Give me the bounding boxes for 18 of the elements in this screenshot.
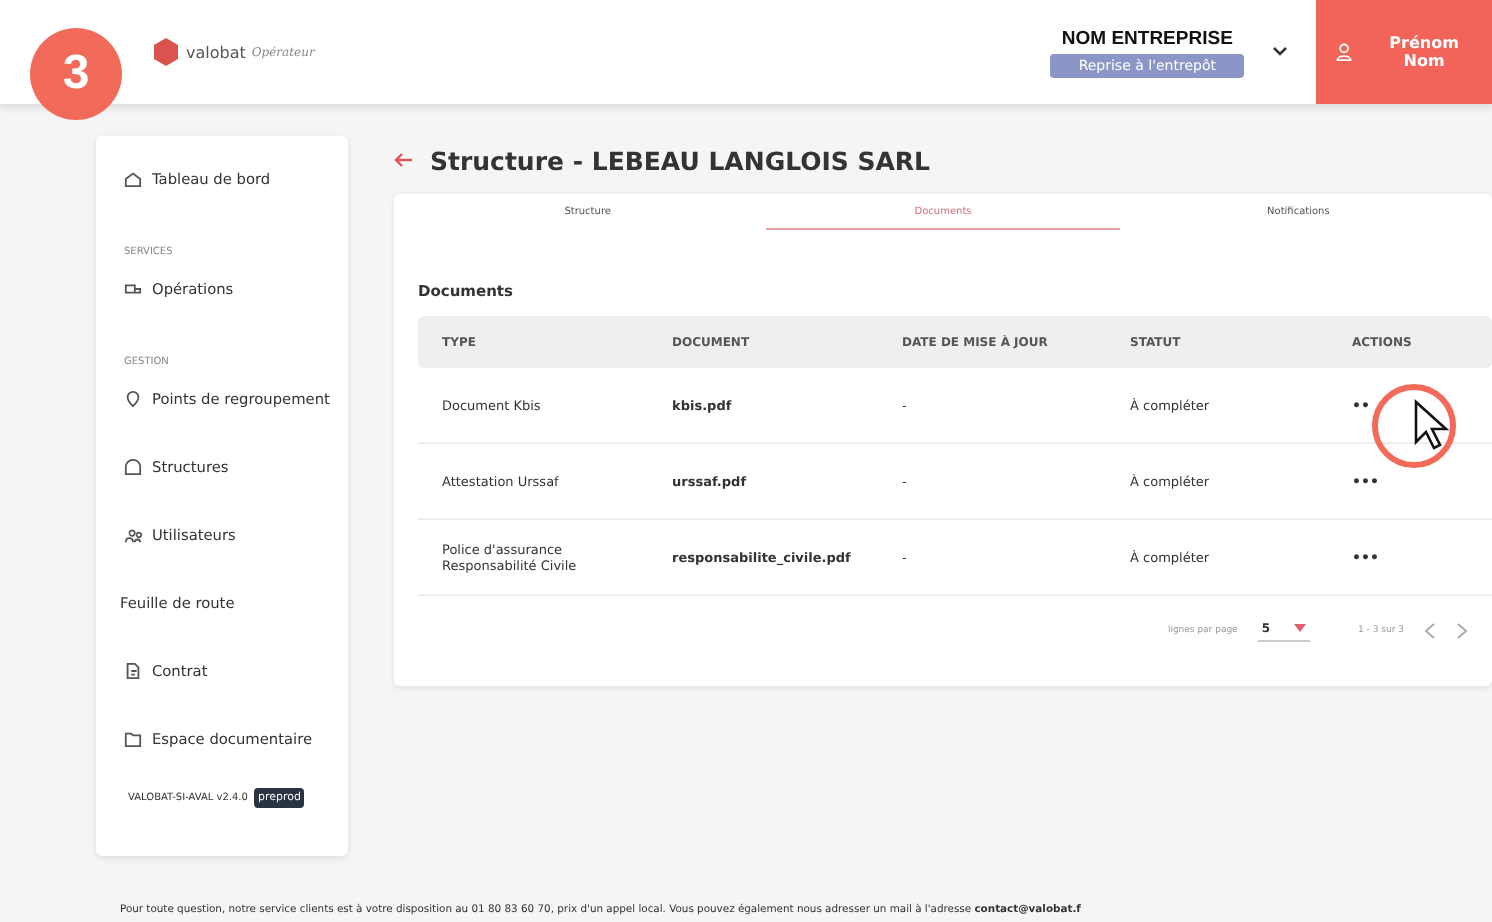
back-arrow-icon[interactable] xyxy=(394,152,414,168)
nav-icon xyxy=(124,457,142,475)
user-icon xyxy=(1336,42,1353,62)
logo-text: valobat xyxy=(186,43,246,61)
nav-icon xyxy=(124,661,142,679)
logo-icon xyxy=(152,38,180,66)
nav-icon xyxy=(124,279,142,297)
next-page-icon[interactable] xyxy=(1456,621,1468,639)
nav-icon xyxy=(124,389,142,407)
cursor-highlight-overlay xyxy=(1370,382,1458,470)
chevron-down-icon[interactable] xyxy=(1272,46,1288,58)
caret-icon xyxy=(1294,624,1307,632)
company-name: NOM ENTREPRISE xyxy=(1061,27,1233,49)
previous-page-icon[interactable] xyxy=(1424,621,1436,639)
nav-icon xyxy=(124,729,142,747)
page-title: Structure - LEBEAU LANGLOIS SARL xyxy=(430,145,930,175)
nav-icon xyxy=(124,169,142,187)
nav-icon xyxy=(124,525,142,543)
